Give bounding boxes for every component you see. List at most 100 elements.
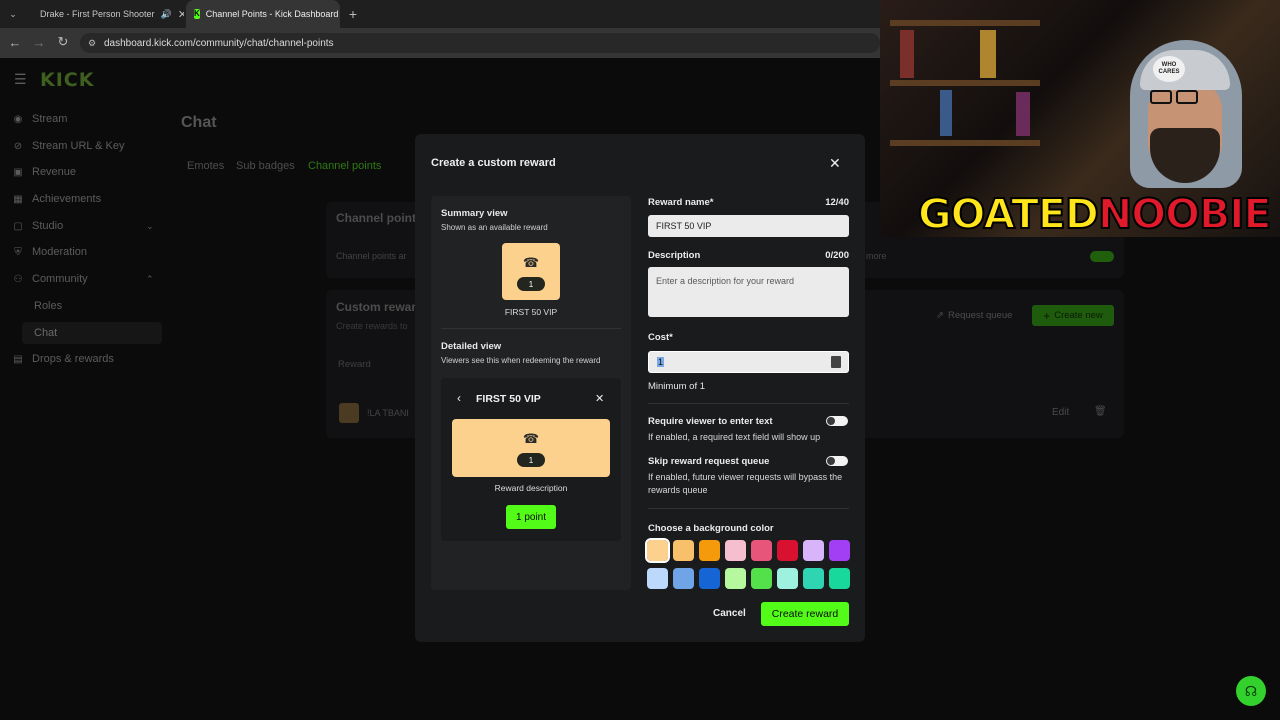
cost-input[interactable]: 1: [648, 351, 849, 373]
tab-channel-points[interactable]: Channel points: [308, 160, 381, 172]
color-swatch[interactable]: [699, 540, 720, 561]
browser-tab-youtube[interactable]: Drake - First Person Shooter 🔊 ✕: [26, 0, 184, 28]
chevron-down-icon[interactable]: ⌄: [146, 221, 154, 232]
sidebar-item-label: Achievements: [32, 193, 102, 205]
figure: [900, 30, 914, 78]
plus-icon: +: [1043, 308, 1051, 323]
figure: [940, 90, 952, 136]
sidebar-item-moderation[interactable]: ⛨ Moderation: [12, 242, 87, 262]
menu-icon[interactable]: ☰: [14, 71, 27, 88]
request-queue-label: Request queue: [947, 310, 1013, 321]
request-queue-button[interactable]: ⇗ Request queue: [936, 310, 1012, 321]
close-icon[interactable]: ✕: [829, 155, 841, 172]
color-swatch[interactable]: [725, 540, 746, 561]
gift-icon: ☎: [522, 431, 540, 446]
require-text-hint: If enabled, a required text field will s…: [648, 432, 821, 442]
color-swatch[interactable]: [803, 540, 824, 561]
overlay-text-red: NOOBIE: [1097, 189, 1273, 239]
create-reward-button[interactable]: Create reward: [761, 602, 849, 626]
column-header-reward: Reward: [338, 359, 371, 370]
summary-view-title: Summary view: [441, 208, 508, 219]
skip-queue-label: Skip reward request queue: [648, 456, 770, 467]
require-text-toggle[interactable]: [826, 416, 848, 426]
spinner-icon[interactable]: [831, 356, 841, 368]
color-swatch[interactable]: [829, 540, 850, 561]
description-input[interactable]: Enter a description for your reward: [648, 267, 849, 317]
chevron-left-icon: ‹: [457, 391, 461, 405]
detailed-reward-name: FIRST 50 VIP: [476, 393, 541, 405]
reload-icon[interactable]: ↻: [54, 33, 72, 51]
kick-logo[interactable]: KICK: [40, 69, 94, 91]
sidebar-item-stream[interactable]: ◉ Stream: [12, 109, 68, 129]
close-tab-icon[interactable]: ✕: [178, 8, 184, 21]
sidebar-item-roles[interactable]: Roles: [34, 296, 62, 316]
detailed-reward-description: Reward description: [494, 483, 568, 493]
new-tab-icon[interactable]: +: [344, 5, 362, 23]
color-swatch[interactable]: [673, 540, 694, 561]
overlay-text-yellow: GOATED: [917, 189, 1100, 239]
skip-queue-toggle[interactable]: [826, 456, 848, 466]
color-swatch[interactable]: [803, 568, 824, 589]
reward-name-input[interactable]: FIRST 50 VIP: [648, 215, 849, 237]
studio-icon: ▢: [13, 220, 23, 232]
kick-icon: K: [194, 9, 200, 19]
url-field[interactable]: ⚙ dashboard.kick.com/community/chat/chan…: [80, 33, 880, 53]
sidebar-item-label: Moderation: [32, 246, 88, 258]
detailed-cost-pill: 1: [517, 453, 545, 467]
sidebar-item-label: Drops & rewards: [32, 353, 114, 365]
trash-icon[interactable]: 🗑: [1094, 406, 1107, 417]
create-new-button[interactable]: + Create new: [1032, 305, 1114, 326]
achievements-icon: ▦: [13, 193, 23, 205]
cancel-button[interactable]: Cancel: [713, 608, 746, 619]
revenue-icon: ▣: [13, 166, 23, 178]
color-swatch[interactable]: [777, 540, 798, 561]
cost-label: Cost*: [648, 332, 673, 343]
require-text-label: Require viewer to enter text: [648, 416, 773, 427]
color-swatch[interactable]: [725, 568, 746, 589]
color-swatch[interactable]: [751, 568, 772, 589]
bg-color-label: Choose a background color: [648, 523, 774, 534]
channel-points-toggle[interactable]: [1090, 251, 1114, 262]
url-text: dashboard.kick.com/community/chat/channe…: [104, 37, 334, 49]
color-swatch[interactable]: [645, 538, 670, 563]
divider: [441, 328, 621, 329]
color-swatch-grid: [645, 538, 855, 592]
sidebar-item-chat[interactable]: Chat: [34, 323, 57, 343]
color-swatch[interactable]: [699, 568, 720, 589]
sidebar-item-stream-url[interactable]: ⊘ Stream URL & Key: [12, 136, 125, 156]
card-description: Channel points ar: [336, 251, 407, 261]
tab-sub-badges[interactable]: Sub badges: [236, 160, 295, 172]
card-description: Create rewards to: [336, 321, 408, 331]
stream-icon: ◉: [13, 113, 23, 125]
learn-more-link[interactable]: more: [866, 251, 887, 261]
help-chat-icon[interactable]: ☊: [1236, 676, 1266, 706]
tab-emotes[interactable]: Emotes: [187, 160, 224, 172]
link-icon: ⊘: [13, 140, 23, 152]
sidebar-item-studio[interactable]: ▢ Studio: [12, 216, 63, 236]
color-swatch[interactable]: [673, 568, 694, 589]
sidebar-item-label: Stream: [32, 113, 68, 125]
color-swatch[interactable]: [751, 540, 772, 561]
color-swatch[interactable]: [829, 568, 850, 589]
divider: [648, 403, 849, 404]
sidebar-item-community[interactable]: ⚇ Community: [12, 269, 88, 289]
summary-view-subtitle: Shown as an available reward: [441, 223, 548, 232]
browser-tab-kick[interactable]: K Channel Points - Kick Dashboard ✕: [186, 0, 340, 28]
back-icon[interactable]: ←: [6, 33, 24, 51]
site-info-icon[interactable]: ⚙: [88, 38, 96, 49]
edit-reward-button[interactable]: Edit: [1052, 407, 1069, 418]
color-swatch[interactable]: [647, 568, 668, 589]
forward-icon[interactable]: →: [30, 33, 48, 51]
tab-search-icon[interactable]: ⌄: [4, 5, 22, 23]
streamer-name-overlay: GOATEDNOOBIE: [917, 189, 1273, 239]
tab-title: Drake - First Person Shooter: [40, 9, 155, 19]
sidebar-item-label: Revenue: [32, 166, 77, 178]
color-swatch[interactable]: [777, 568, 798, 589]
sidebar-item-drops[interactable]: ▤ Drops & rewards: [12, 349, 114, 369]
sidebar-item-revenue[interactable]: ▣ Revenue: [12, 162, 76, 182]
chevron-up-icon[interactable]: ⌃: [146, 274, 154, 285]
speaker-icon[interactable]: 🔊: [161, 9, 172, 20]
skip-queue-hint: If enabled, future viewer requests will …: [648, 472, 843, 495]
sidebar-item-achievements[interactable]: ▦ Achievements: [12, 189, 101, 209]
drops-icon: ▤: [13, 353, 23, 365]
